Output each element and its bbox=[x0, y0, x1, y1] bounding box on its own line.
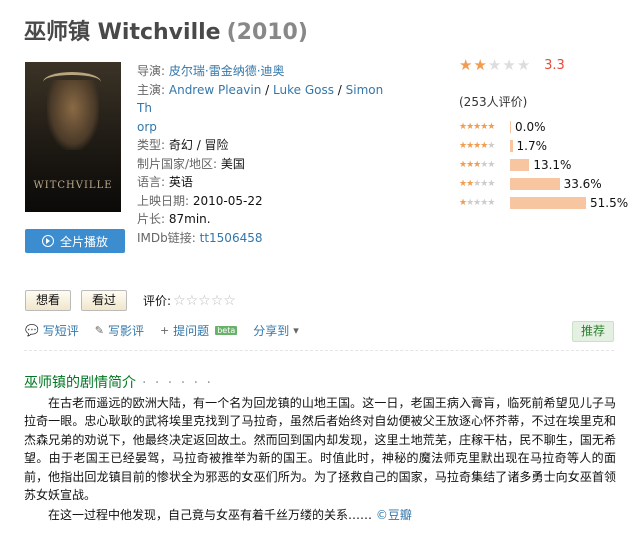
action-bar: 💬 写短评 ✎ 写影评 + 提问题 beta 分享到 ▾ bbox=[25, 322, 299, 339]
rating-pct-1: 51.5% bbox=[590, 195, 629, 210]
write-review[interactable]: ✎ 写影评 bbox=[95, 322, 144, 339]
beta-badge: beta bbox=[215, 326, 238, 335]
share-label: 分享到 bbox=[253, 324, 290, 338]
director-row: 导演: 皮尔瑞·雷金纳德·迪奥 bbox=[137, 62, 387, 81]
movie-title: 巫师镇 Witchville bbox=[24, 20, 221, 45]
country-row: 制片国家/地区: 美国 bbox=[137, 155, 387, 174]
rating-panel: ★ ★ ★ ★ ★ 3.3 (253人评价) ★ ★ ★ ★ ★ 0.0% ★ ★ ★ ★ ★ 1.7% ★ ★ ★… bbox=[459, 58, 629, 210]
rating-row-2-star: ★ ★ ★ ★ ★ 33.6% bbox=[459, 174, 628, 193]
mark-buttons: 想看 看过 评价: ☆☆☆☆☆ bbox=[25, 290, 236, 311]
imdb-link[interactable]: tt1506458 bbox=[200, 231, 263, 245]
evaluate-stars[interactable]: ☆☆☆☆☆ bbox=[173, 293, 236, 309]
rating-row-4-star: ★ ★ ★ ★ ★ 1.7% bbox=[459, 136, 628, 155]
movie-info: 导演: 皮尔瑞·雷金纳德·迪奥 主演: Andrew Pleavin / Luk… bbox=[137, 62, 387, 247]
runtime-value: 87min. bbox=[168, 212, 211, 226]
ask-question[interactable]: + 提问题 beta bbox=[159, 322, 238, 339]
cast-row: 主演: Andrew Pleavin / Luke Goss / Simon T… bbox=[137, 82, 384, 134]
douban-source-link[interactable]: ©豆瓣 bbox=[376, 508, 412, 522]
recommend-button[interactable]: 推荐 bbox=[572, 321, 614, 342]
star-empty-icon: ★ bbox=[487, 56, 502, 74]
director-link[interactable]: 皮尔瑞·雷金纳德·迪奥 bbox=[169, 64, 285, 78]
play-button-label: 全片播放 bbox=[59, 234, 108, 249]
rating-pct-2: 33.6% bbox=[563, 176, 602, 191]
movie-year: (2010) bbox=[226, 20, 308, 45]
cast-link-3-cont[interactable]: orp bbox=[137, 120, 157, 134]
country-value: 美国 bbox=[220, 156, 245, 171]
imdb-row: IMDb链接: tt1506458 bbox=[137, 229, 387, 248]
genre-value: 奇幻 / 冒险 bbox=[168, 138, 229, 152]
genre-row: 类型: 奇幻 / 冒险 bbox=[137, 136, 387, 155]
rating-row-3-star: ★ ★ ★ ★ ★ 13.1% bbox=[459, 155, 628, 174]
rating-row-5-star: ★ ★ ★ ★ ★ 0.0% bbox=[459, 117, 628, 136]
rating-distribution: ★ ★ ★ ★ ★ 0.0% ★ ★ ★ ★ ★ 1.7% ★ ★ ★ ★ ★ 13.1% ★ ★ ★ ★ ★ 33.6% ★ ★… bbox=[459, 117, 628, 212]
synopsis-heading: 巫师镇的剧情简介 · · · · · · bbox=[24, 372, 213, 392]
seen-button[interactable]: 看过 bbox=[81, 290, 128, 311]
pencil-icon: ✎ bbox=[94, 324, 104, 337]
imdb-label: IMDb链接: bbox=[137, 230, 196, 245]
rating-pct-4: 1.7% bbox=[516, 138, 548, 153]
movie-poster[interactable]: WITCHVILLE bbox=[25, 62, 121, 212]
rating-pct-5: 0.0% bbox=[515, 119, 546, 134]
want-to-see-button[interactable]: 想看 bbox=[25, 290, 72, 311]
synopsis-body: 在古老而遥远的欧洲大陆，有一个名为回龙镇的山地王国。这一日，老国王病入膏肓，临死… bbox=[24, 394, 616, 525]
page-title: 巫师镇 Witchville (2010) bbox=[24, 14, 308, 46]
write-short-review-label: 写短评 bbox=[42, 324, 79, 338]
write-review-label: 写影评 bbox=[107, 324, 144, 338]
release-label: 上映日期: bbox=[137, 193, 190, 208]
rating-bar-3 bbox=[510, 158, 530, 171]
evaluate-group: 评价: ☆☆☆☆☆ bbox=[143, 292, 236, 309]
cast-label: 主演: bbox=[137, 82, 166, 97]
release-row: 上映日期: 2010-05-22 bbox=[137, 192, 387, 211]
country-label: 制片国家/地区: bbox=[137, 156, 218, 171]
rating-pct-3: 13.1% bbox=[533, 157, 572, 172]
write-short-review[interactable]: 💬 写短评 bbox=[25, 322, 79, 339]
star-empty-icon: ★ bbox=[516, 56, 531, 74]
heading-dots: · · · · · · bbox=[142, 375, 213, 391]
rating-bar-4 bbox=[510, 139, 513, 152]
synopsis-paragraph-1: 在古老而遥远的欧洲大陆，有一个名为回龙镇的山地王国。这一日，老国王病入膏肓，临死… bbox=[24, 396, 616, 503]
genre-label: 类型: bbox=[137, 138, 166, 152]
mini-stars-4: ★ ★ ★ ★ ★ bbox=[459, 140, 495, 151]
votes-link[interactable]: (253人评价) bbox=[459, 93, 527, 110]
full-play-button[interactable]: 全片播放 bbox=[25, 229, 125, 253]
cast-link-1[interactable]: Andrew Pleavin bbox=[169, 83, 261, 97]
plus-icon: + bbox=[159, 324, 170, 337]
rating-row-1-star: ★ ★ ★ ★ ★ 51.5% bbox=[459, 193, 628, 212]
mini-stars-3: ★ ★ ★ ★ ★ bbox=[459, 159, 495, 170]
synopsis-paragraph-2: 在这一过程中他发现，自己竟与女巫有着千丝万缕的关系…… ©豆瓣 bbox=[24, 506, 616, 524]
release-value: 2010-05-22 bbox=[192, 193, 263, 208]
cast-link-2[interactable]: Luke Goss bbox=[273, 83, 334, 97]
language-label: 语言: bbox=[137, 175, 166, 189]
director-label: 导演: bbox=[137, 64, 166, 78]
evaluate-label: 评价: bbox=[143, 294, 172, 308]
poster-title-text: WITCHVILLE bbox=[33, 180, 113, 191]
rating-bar-1 bbox=[510, 196, 586, 209]
rating-bar-2 bbox=[510, 177, 560, 190]
ask-question-label: 提问题 bbox=[173, 324, 210, 338]
star-icon: ★ bbox=[459, 56, 473, 74]
chevron-down-icon: ▾ bbox=[293, 324, 299, 337]
runtime-row: 片长: 87min. bbox=[137, 210, 387, 229]
divider bbox=[24, 350, 614, 351]
comment-icon: 💬 bbox=[25, 324, 39, 337]
synopsis-title: 巫师镇的剧情简介 bbox=[24, 375, 136, 391]
rating-score: 3.3 bbox=[544, 58, 565, 73]
star-empty-icon: ★ bbox=[502, 56, 516, 74]
mini-stars-2: ★ ★ ★ ★ ★ bbox=[459, 178, 495, 189]
mini-stars-1: ★ ★ ★ ★ ★ bbox=[459, 197, 495, 208]
synopsis-paragraph-2-text: 在这一过程中他发现，自己竟与女巫有着千丝万缕的关系…… bbox=[48, 508, 373, 523]
rating-bar-5 bbox=[510, 120, 511, 133]
mini-stars-5: ★ ★ ★ ★ ★ bbox=[459, 121, 495, 132]
share-to[interactable]: 分享到 ▾ bbox=[253, 322, 299, 339]
play-circle-icon bbox=[41, 235, 54, 247]
runtime-label: 片长: bbox=[137, 212, 166, 226]
star-icon: ★ bbox=[473, 56, 487, 74]
rating-stars: ★ ★ ★ ★ ★ bbox=[459, 58, 530, 73]
language-value: 英语 bbox=[168, 175, 193, 189]
language-row: 语言: 英语 bbox=[137, 173, 387, 192]
poster-figure bbox=[47, 80, 99, 150]
